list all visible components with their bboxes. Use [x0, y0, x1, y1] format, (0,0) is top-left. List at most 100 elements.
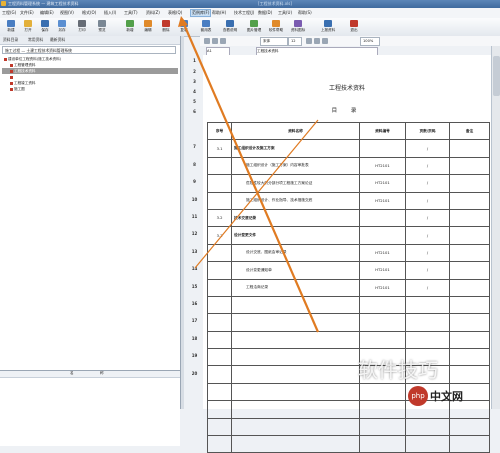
table-cell[interactable]: 3.1	[207, 139, 232, 158]
toolbar-button-11[interactable]: 查看说明	[222, 20, 238, 35]
table-cell[interactable]	[449, 417, 490, 437]
table-cell[interactable]	[207, 417, 232, 437]
table-cell[interactable]: 3.3	[207, 226, 232, 245]
spreadsheet[interactable]: 工程技术资料 目 录 序号 资料名称 资料编号 页数/页码 备注 3.1 施工组织设计及施工…	[203, 55, 491, 453]
table-cell[interactable]: /	[405, 208, 450, 228]
tree-node[interactable]: 施工图	[2, 86, 178, 92]
table-cell[interactable]	[449, 208, 490, 228]
underline-icon[interactable]	[220, 38, 226, 44]
table-cell[interactable]	[449, 313, 490, 332]
font-select[interactable]: 宋体	[260, 37, 288, 46]
table-cell[interactable]: /	[405, 191, 450, 210]
table-cell[interactable]	[231, 435, 360, 453]
table-cell[interactable]	[207, 191, 232, 210]
table-cell[interactable]: HT2101	[359, 243, 406, 263]
table-cell[interactable]	[449, 243, 490, 263]
table-cell[interactable]: /	[405, 139, 450, 158]
table-cell[interactable]	[405, 330, 450, 350]
toolbar-button-10[interactable]: 套用表	[198, 20, 214, 35]
toolbar-button-15[interactable]: 上报资料	[320, 20, 336, 35]
menu-item-8[interactable]: 表格(Q)	[168, 10, 182, 16]
table-cell[interactable]	[231, 400, 360, 419]
toolbar-button-1[interactable]: 打开	[20, 20, 36, 35]
table-cell[interactable]	[231, 365, 360, 384]
table-cell[interactable]: /	[405, 261, 450, 280]
table-cell[interactable]	[207, 243, 232, 263]
menu-item-9[interactable]: 范例库(F)	[190, 9, 212, 17]
size-select[interactable]: 12	[288, 37, 302, 46]
table-cell[interactable]: /	[405, 226, 450, 245]
table-cell[interactable]	[231, 348, 360, 367]
table-cell[interactable]	[207, 400, 232, 419]
row-number[interactable]: 3	[186, 79, 203, 84]
table-cell[interactable]: HT2101	[359, 156, 406, 176]
row-number[interactable]: 7	[186, 144, 203, 149]
menu-item-1[interactable]: 文件(E)	[20, 10, 34, 16]
table-cell[interactable]	[449, 330, 490, 350]
project-combo[interactable]: 施工过程 — 土建工程技术资料管理系统	[2, 46, 176, 54]
table-cell[interactable]	[405, 313, 450, 332]
table-cell[interactable]	[231, 330, 360, 350]
table-cell[interactable]	[449, 226, 490, 245]
table-cell[interactable]	[449, 295, 490, 315]
menu-item-6[interactable]: 工具(T)	[124, 10, 138, 16]
table-cell[interactable]	[359, 226, 406, 245]
table-cell[interactable]: /	[405, 243, 450, 263]
menu-item-3[interactable]: 视图(V)	[60, 10, 74, 16]
table-cell[interactable]	[405, 417, 450, 437]
table-cell[interactable]	[449, 156, 490, 176]
table-cell[interactable]	[231, 382, 360, 402]
table-cell[interactable]: 施工组织设计及施工方案	[231, 139, 360, 158]
table-cell[interactable]	[449, 435, 490, 453]
table-cell[interactable]: 施工组织设计、作业指导、技术措施交底	[231, 191, 360, 210]
bold-icon[interactable]	[204, 38, 210, 44]
toolbar-button-2[interactable]: 保存	[37, 20, 53, 35]
row-number[interactable]: 10	[186, 197, 203, 202]
table-cell[interactable]	[207, 382, 232, 402]
table-cell[interactable]	[207, 278, 232, 297]
table-cell[interactable]	[207, 174, 232, 193]
table-cell[interactable]: 技术交底记录	[231, 208, 360, 228]
italic-icon[interactable]	[212, 38, 218, 44]
toolbar-button-13[interactable]: 软件帮助	[268, 20, 284, 35]
align-center-icon[interactable]	[314, 38, 320, 44]
table-cell[interactable]	[207, 313, 232, 332]
toolbar-button-6[interactable]: 新增	[122, 20, 138, 35]
table-cell[interactable]: 设计变更文件	[231, 226, 360, 245]
table-cell[interactable]: HT2101	[359, 261, 406, 280]
toolbar-button-0[interactable]: 新建	[3, 20, 19, 35]
toolbar-button-14[interactable]: 资料图标	[290, 20, 306, 35]
table-cell[interactable]: /	[405, 278, 450, 297]
table-cell[interactable]	[231, 295, 360, 315]
toolbar-button-5[interactable]: 预览	[94, 20, 110, 35]
table-cell[interactable]	[449, 365, 490, 384]
menu-item-2[interactable]: 编辑(E)	[40, 10, 54, 16]
table-cell[interactable]: HT2101	[359, 191, 406, 210]
table-cell[interactable]	[449, 261, 490, 280]
menu-item-12[interactable]: 数据(D)	[258, 10, 272, 16]
toolbar-button-4[interactable]: 打印	[74, 20, 90, 35]
table-cell[interactable]: 设计变更通知单	[231, 261, 360, 280]
row-number[interactable]: 6	[186, 109, 203, 114]
tab-catalog[interactable]: 资料目录	[3, 37, 18, 43]
vertical-scrollbar[interactable]	[491, 46, 500, 409]
table-cell[interactable]: 工程洽商记录	[231, 278, 360, 297]
table-cell[interactable]: /	[405, 174, 450, 193]
table-cell[interactable]: 3.2	[207, 208, 232, 228]
toolbar-button-8[interactable]: 删除	[158, 20, 174, 35]
row-number[interactable]: 14	[186, 266, 203, 271]
row-number[interactable]: 17	[186, 318, 203, 323]
table-cell[interactable]: 设计交底、图纸会审记录	[231, 243, 360, 263]
menu-item-10[interactable]: 帮助(H)	[212, 10, 226, 16]
panel-splitter[interactable]	[181, 36, 184, 409]
menu-item-4[interactable]: 格式(O)	[82, 10, 96, 16]
row-number[interactable]: 4	[186, 89, 203, 94]
menu-item-13[interactable]: 工具(U)	[278, 10, 292, 16]
toolbar-button-7[interactable]: 编辑	[140, 20, 156, 35]
row-number[interactable]: 1	[186, 58, 203, 63]
table-cell[interactable]	[207, 261, 232, 280]
align-right-icon[interactable]	[322, 38, 328, 44]
toolbar-button-3[interactable]: 另存	[54, 20, 70, 35]
table-cell[interactable]	[231, 417, 360, 437]
toolbar-button-12[interactable]: 图片管理	[246, 20, 262, 35]
